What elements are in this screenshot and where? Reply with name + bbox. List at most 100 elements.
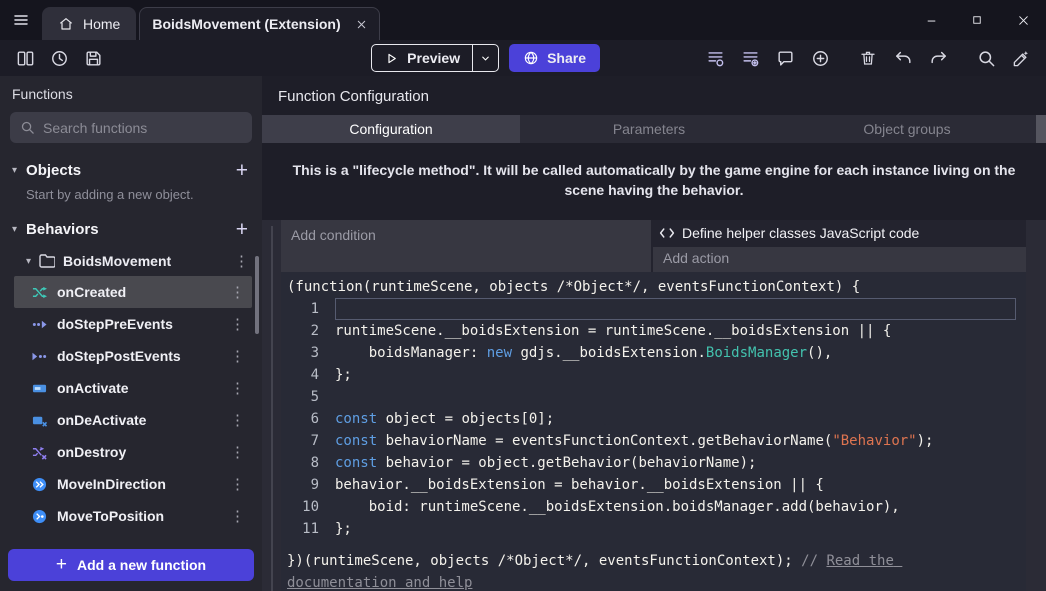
undo-button[interactable] xyxy=(890,45,916,71)
function-label: onDeActivate xyxy=(57,412,146,428)
item-menu-icon[interactable]: ⋮ xyxy=(230,443,244,461)
share-button[interactable]: Share xyxy=(509,44,600,72)
line-number: 11 xyxy=(287,518,335,540)
add-sub-event-button[interactable] xyxy=(737,45,763,71)
open-panels-button[interactable] xyxy=(12,45,38,71)
code-line[interactable]: 8const behavior = object.getBehavior(beh… xyxy=(287,452,1026,474)
js-event-header[interactable]: Define helper classes JavaScript code xyxy=(653,220,1026,247)
behaviors-section-header[interactable]: ▾ Behaviors + xyxy=(0,212,262,246)
code-line[interactable]: 11}; xyxy=(287,518,1026,540)
tab-configuration[interactable]: Configuration xyxy=(262,115,520,143)
code-line-content: boid: runtimeScene.__boidsExtension.boid… xyxy=(335,496,1016,518)
item-menu-icon[interactable]: ⋮ xyxy=(230,507,244,525)
line-number: 2 xyxy=(287,320,335,342)
tab-parameters[interactable]: Parameters xyxy=(520,115,778,143)
item-menu-icon[interactable]: ⋮ xyxy=(230,411,244,429)
close-window-button[interactable] xyxy=(1000,0,1046,40)
magic-wand-icon xyxy=(1012,49,1031,68)
add-behavior-icon[interactable]: + xyxy=(236,219,248,240)
history-button[interactable] xyxy=(46,45,72,71)
chevron-down-icon: ▾ xyxy=(26,256,31,267)
behaviors-section-label: Behaviors xyxy=(26,221,99,238)
tab-home[interactable]: Home xyxy=(42,7,136,40)
code-line[interactable]: 1 xyxy=(287,298,1026,320)
preview-button[interactable]: Preview xyxy=(371,44,499,72)
line-number: 7 xyxy=(287,430,335,452)
tab-label: Object groups xyxy=(863,121,950,137)
redo-icon xyxy=(929,49,948,68)
sidebar-item-onCreated[interactable]: onCreated⋮ xyxy=(14,276,252,308)
sidebar-item-onDestroy[interactable]: onDestroy⋮ xyxy=(14,436,252,468)
code-line[interactable]: 7const behaviorName = eventsFunctionCont… xyxy=(287,430,1026,452)
function-label: doStepPostEvents xyxy=(57,348,181,364)
sidebar-item-MoveToPosition[interactable]: MoveToPosition⋮ xyxy=(14,500,252,532)
add-object-icon[interactable]: + xyxy=(236,160,248,181)
item-menu-icon[interactable]: ⋮ xyxy=(230,315,244,333)
choose-event-button[interactable] xyxy=(702,45,728,71)
tab-extension-label: BoidsMovement (Extension) xyxy=(152,16,340,32)
code-wrapper-bottom: })(runtimeScene, objects /*Object*/, eve… xyxy=(287,550,1026,591)
search-events-button[interactable] xyxy=(973,45,999,71)
close-tab-icon[interactable] xyxy=(356,19,367,30)
line-number: 9 xyxy=(287,474,335,496)
history-clock-icon xyxy=(50,49,69,68)
toolbar: Preview Share xyxy=(0,40,1046,76)
panel-scrollbar[interactable] xyxy=(1036,115,1046,143)
item-menu-icon[interactable]: ⋮ xyxy=(230,379,244,397)
undo-icon xyxy=(894,49,913,68)
deactivate-icon xyxy=(32,413,48,428)
search-functions-input[interactable] xyxy=(43,120,242,136)
add-function-button[interactable]: + Add a new function xyxy=(8,549,254,581)
minimize-button[interactable] xyxy=(908,0,954,40)
add-action-button[interactable]: Add action xyxy=(653,247,1026,272)
sidebar-item-onDeActivate[interactable]: onDeActivate ⋮ xyxy=(14,404,252,436)
code-line[interactable]: 6const object = objects[0]; xyxy=(287,408,1026,430)
maximize-button[interactable] xyxy=(954,0,1000,40)
preview-options-button[interactable] xyxy=(473,45,498,71)
line-number: 3 xyxy=(287,342,335,364)
sidebar-item-MoveInDirection[interactable]: MoveInDirection⋮ xyxy=(14,468,252,500)
redo-button[interactable] xyxy=(925,45,951,71)
move-direction-icon xyxy=(32,477,48,492)
preview-label: Preview xyxy=(407,50,460,66)
sidebar-item-doStepPostEvents[interactable]: doStepPostEvents ⋮ xyxy=(14,340,252,372)
event-indent-gutter xyxy=(262,220,281,591)
code-line-content xyxy=(335,298,1016,320)
objects-section-header[interactable]: ▾ Objects + xyxy=(0,153,262,187)
item-menu-icon[interactable]: ⋮ xyxy=(230,347,244,365)
save-button[interactable] xyxy=(80,45,106,71)
code-lines: 12runtimeScene.__boidsExtension = runtim… xyxy=(287,298,1026,540)
theme-editor-button[interactable] xyxy=(1008,45,1034,71)
add-event-button[interactable] xyxy=(807,45,833,71)
add-comment-button[interactable] xyxy=(772,45,798,71)
titlebar: Home BoidsMovement (Extension) xyxy=(0,0,1046,40)
delete-button[interactable] xyxy=(855,45,881,71)
function-label: onActivate xyxy=(57,380,129,396)
code-line[interactable]: 3 boidsManager: new gdjs.__boidsExtensio… xyxy=(287,342,1026,364)
code-editor[interactable]: (function(runtimeScene, objects /*Object… xyxy=(281,272,1026,591)
line-number: 6 xyxy=(287,408,335,430)
main-menu-button[interactable] xyxy=(0,0,42,40)
add-condition-button[interactable]: Add condition xyxy=(281,220,651,272)
home-icon xyxy=(58,16,74,32)
sidebar-scrollbar[interactable] xyxy=(255,256,259,334)
sidebar-item-doStepPreEvents[interactable]: doStepPreEvents⋮ xyxy=(14,308,252,340)
sidebar-item-onActivate[interactable]: onActivate ⋮ xyxy=(14,372,252,404)
line-number: 5 xyxy=(287,386,335,408)
item-menu-icon[interactable]: ⋮ xyxy=(230,475,244,493)
code-line[interactable]: 5 xyxy=(287,386,1026,408)
chevron-down-icon: ▾ xyxy=(12,224,17,235)
tab-extension[interactable]: BoidsMovement (Extension) xyxy=(139,7,379,40)
item-menu-icon[interactable]: ⋮ xyxy=(230,283,244,301)
code-line[interactable]: 4}; xyxy=(287,364,1026,386)
code-line[interactable]: 10 boid: runtimeScene.__boidsExtension.b… xyxy=(287,496,1026,518)
code-line[interactable]: 2runtimeScene.__boidsExtension = runtime… xyxy=(287,320,1026,342)
folder-menu-icon[interactable]: ⋮ xyxy=(234,252,248,270)
sidebar-title: Functions xyxy=(0,76,262,110)
search-functions-box[interactable] xyxy=(10,112,252,143)
line-number: 8 xyxy=(287,452,335,474)
line-number: 4 xyxy=(287,364,335,386)
tab-object-groups[interactable]: Object groups xyxy=(778,115,1036,143)
code-line[interactable]: 9behavior.__boidsExtension = behavior.__… xyxy=(287,474,1026,496)
behavior-folder-row[interactable]: ▾ BoidsMovement ⋮ xyxy=(0,246,262,276)
